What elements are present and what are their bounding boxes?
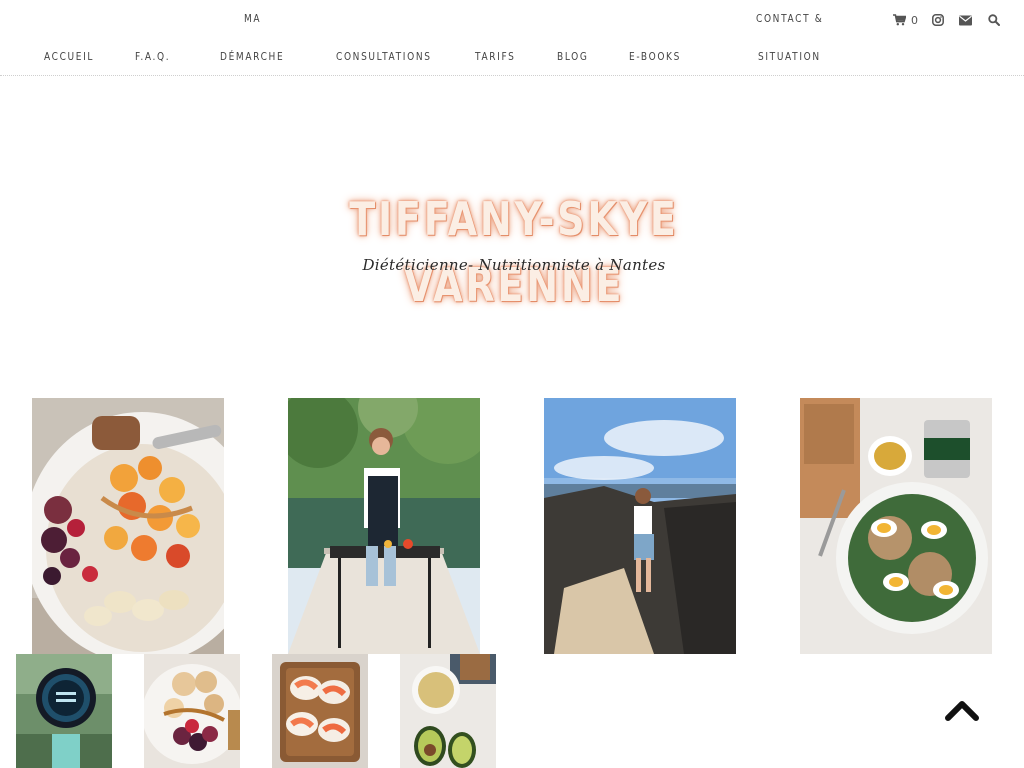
chevron-up-icon — [944, 701, 980, 726]
seaside-photo[interactable] — [544, 398, 736, 654]
nav-consultations[interactable]: CONSULTATIONS — [336, 50, 432, 63]
nav-faq[interactable]: F.A.Q. — [135, 50, 170, 63]
top-navigation: ACCUEIL F.A.Q. MA DÉMARCHE CONSULTATIONS… — [0, 0, 1024, 76]
search-icon — [988, 14, 1000, 26]
fruit-bowl-photo[interactable] — [32, 398, 224, 654]
email-link[interactable] — [959, 12, 972, 28]
instagram-link[interactable] — [932, 12, 944, 28]
cart-button[interactable]: 0 — [893, 12, 919, 28]
site-logo[interactable]: TIFFANY-SKYE VARENNE Diététicienne- Nutr… — [297, 186, 731, 312]
barbecue-photo[interactable] — [288, 398, 480, 654]
berry-pancakes-photo[interactable] — [144, 654, 240, 768]
nav-contact-top[interactable]: CONTACT & — [756, 12, 823, 25]
nav-blog[interactable]: BLOG — [557, 50, 589, 63]
nav-ma-demarche[interactable]: DÉMARCHE — [220, 50, 284, 63]
nav-accueil[interactable]: ACCUEIL — [44, 50, 94, 63]
instagram-icon — [932, 14, 944, 26]
nav-ebooks[interactable]: E-BOOKS — [629, 50, 681, 63]
cart-count: 0 — [911, 13, 919, 27]
logo-subtitle: Diététicienne- Nutritionniste à Nantes — [362, 256, 666, 274]
egg-salad-photo[interactable] — [800, 398, 992, 654]
back-to-top-button[interactable] — [944, 694, 980, 722]
search-button[interactable] — [988, 12, 1000, 28]
cart-icon — [893, 14, 906, 26]
salmon-toast-photo[interactable] — [272, 654, 368, 768]
smartwatch-photo[interactable] — [16, 654, 112, 768]
nav-tarifs[interactable]: TARIFS — [475, 50, 516, 63]
avocado-dip-photo[interactable] — [400, 654, 496, 768]
nav-contact-situation[interactable]: SITUATION — [758, 50, 821, 63]
envelope-icon — [959, 15, 972, 26]
nav-ma-demarche-top[interactable]: MA — [244, 12, 261, 25]
logo-title: TIFFANY-SKYE VARENNE — [349, 192, 679, 312]
